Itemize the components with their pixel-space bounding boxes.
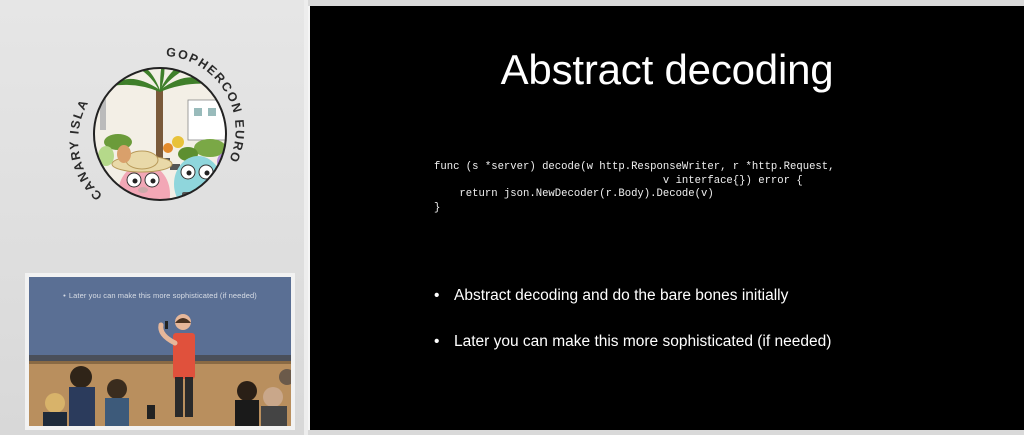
speaker-video-frame: • Later you can make this more sophistica… bbox=[25, 273, 295, 430]
slide-bullet-item: • Abstract decoding and do the bare bones… bbox=[434, 286, 831, 306]
code-snippet: func (s *server) decode(w http.ResponseW… bbox=[434, 161, 835, 214]
slide-bullet-item: • Later you can make this more sophistica… bbox=[434, 332, 831, 352]
bullet-text: Abstract decoding and do the bare bones … bbox=[454, 287, 789, 304]
gophercon-europe-logo: GOPHERCON EUROPE CANARY ISLANDS bbox=[60, 30, 260, 230]
slide-bullet-list: • Abstract decoding and do the bare bones… bbox=[434, 286, 831, 378]
logo-graphic: GOPHERCON EUROPE CANARY ISLANDS bbox=[60, 30, 245, 203]
video-slide-caption: • Later you can make this more sophistica… bbox=[29, 291, 291, 300]
video-caption-bullet: • bbox=[63, 291, 66, 300]
bullet-glyph: • bbox=[434, 333, 440, 350]
bullet-glyph: • bbox=[434, 287, 440, 304]
bullet-text: Later you can make this more sophisticat… bbox=[454, 333, 832, 350]
sidebar-panel: GOPHERCON EUROPE CANARY ISLANDS bbox=[0, 0, 304, 435]
speaker-video-feed: • Later you can make this more sophistica… bbox=[29, 277, 291, 426]
slide-title: Abstract decoding bbox=[500, 46, 834, 93]
video-caption-text: Later you can make this more sophisticat… bbox=[68, 291, 257, 300]
presentation-slide: Abstract decoding func (s *server) decod… bbox=[308, 6, 1024, 430]
